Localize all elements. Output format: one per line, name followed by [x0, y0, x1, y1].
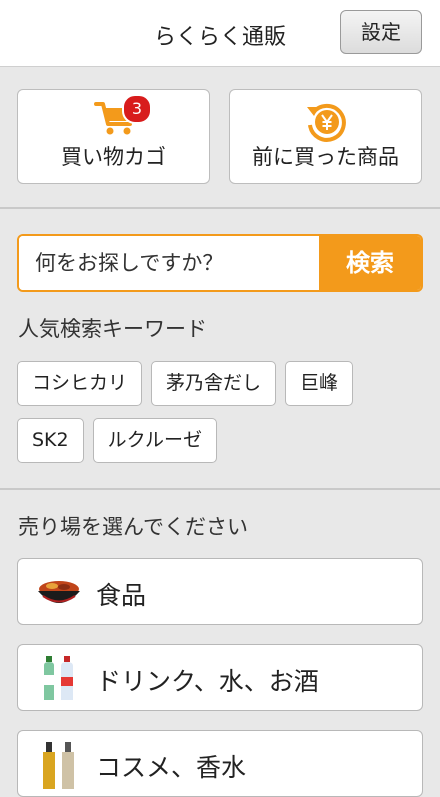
search-input[interactable]	[19, 236, 321, 290]
keyword-chip[interactable]: 巨峰	[285, 361, 354, 406]
search-bar: 検索	[17, 234, 423, 292]
cart-button[interactable]: 3 買い物カゴ	[17, 89, 210, 184]
search-button[interactable]: 検索	[319, 236, 421, 290]
category-drinks[interactable]: ドリンク、水、お酒	[17, 644, 423, 711]
header-bar: らくらく通販 設定	[0, 0, 440, 67]
bottles-icon	[44, 656, 73, 700]
popular-keywords-title: 人気検索キーワード	[18, 317, 207, 341]
keyword-chip[interactable]: SK2	[17, 418, 84, 463]
food-bowl-icon	[38, 581, 80, 603]
divider	[0, 207, 440, 209]
categories-title: 売り場を選んでください	[18, 515, 248, 539]
category-label: ドリンク、水、お酒	[96, 667, 319, 696]
keyword-chip[interactable]: コシヒカリ	[17, 361, 143, 406]
category-cosmetics[interactable]: コスメ、香水	[17, 730, 423, 797]
cart-label: 買い物カゴ	[61, 145, 166, 169]
keyword-chips: コシヒカリ 茅乃舎だし 巨峰 SK2 ルクルーゼ	[17, 361, 427, 475]
category-label: 食品	[96, 581, 147, 610]
category-food[interactable]: 食品	[17, 558, 423, 625]
keyword-chip[interactable]: 茅乃舎だし	[151, 361, 277, 406]
category-label: コスメ、香水	[96, 753, 247, 782]
purchase-history-button[interactable]: 前に買った商品	[229, 89, 422, 184]
divider	[0, 488, 440, 490]
purchase-history-label: 前に買った商品	[252, 145, 399, 169]
cart-count-badge: 3	[122, 94, 152, 124]
settings-button[interactable]: 設定	[340, 10, 422, 54]
keyword-chip[interactable]: ルクルーゼ	[92, 418, 218, 463]
yen-history-icon	[307, 103, 346, 142]
